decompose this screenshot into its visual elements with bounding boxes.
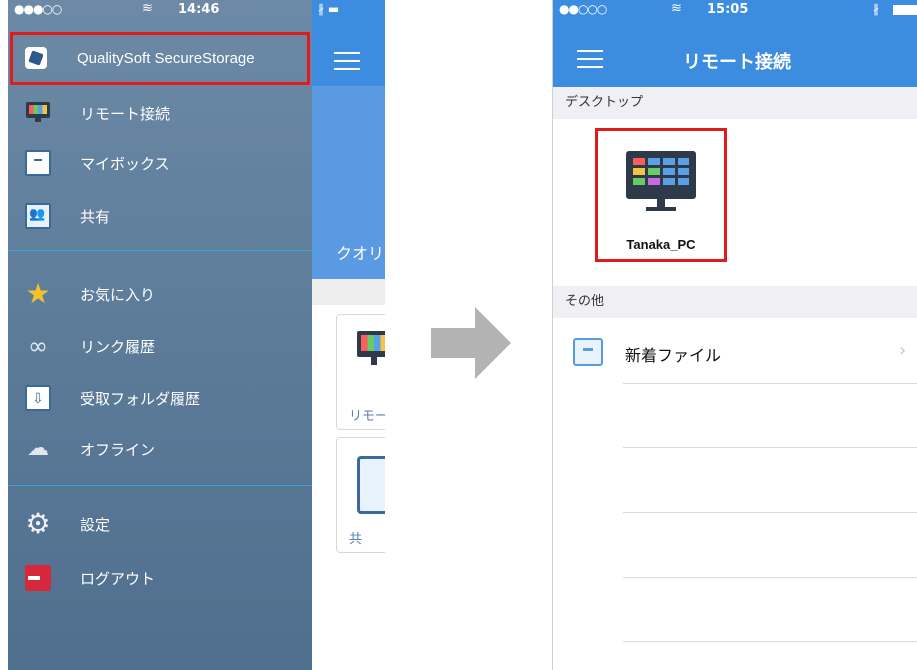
list-item-label: 新着ファイル: [625, 346, 722, 365]
screenshot-stage: ●●●○○ ≋ 14:46 QualitySoft SecureStorage …: [0, 0, 917, 670]
card-caption: 共: [349, 532, 363, 547]
status-time: 14:46: [178, 2, 220, 17]
menu-item-favorites[interactable]: ★ お気に入り: [8, 270, 312, 320]
row-divider: [623, 383, 917, 384]
menu-item-mybox[interactable]: マイボックス: [8, 139, 312, 189]
monitor-icon: [25, 100, 51, 126]
monitor-icon: [626, 151, 696, 215]
banner-text: クオリ: [336, 244, 385, 263]
menu-item-offline[interactable]: ☁ オフライン: [8, 425, 312, 475]
share-icon: [25, 203, 51, 229]
signal-indicator: ●●○○○: [559, 2, 607, 16]
box-icon: [573, 338, 603, 366]
app-name: QualitySoft SecureStorage: [77, 50, 255, 67]
menu-item-label: マイボックス: [80, 155, 170, 173]
row-divider: [623, 641, 917, 642]
hamburger-menu-icon[interactable]: [334, 52, 360, 70]
menu-item-link-history[interactable]: ∞ リンク履歴: [8, 322, 312, 372]
side-drawer: ●●●○○ ≋ 14:46 QualitySoft SecureStorage …: [8, 0, 312, 670]
row-divider: [623, 512, 917, 513]
desktop-item-highlighted[interactable]: Tanaka_PC: [595, 128, 727, 262]
monitor-icon: [357, 331, 385, 367]
link-icon: ∞: [28, 332, 48, 360]
section-header-other: その他: [553, 286, 917, 318]
desktop-item-label: Tanaka_PC: [626, 237, 696, 252]
row-divider: [623, 577, 917, 578]
left-phone: ●●●○○ ≋ 14:46 QualitySoft SecureStorage …: [8, 0, 385, 670]
app-header-highlighted[interactable]: QualitySoft SecureStorage: [10, 32, 310, 85]
signal-indicator: ●●●○○: [14, 2, 62, 16]
menu-divider: [8, 250, 312, 251]
background-stripe: [312, 279, 385, 305]
status-time: 15:05: [707, 2, 749, 17]
row-divider: [623, 447, 917, 448]
menu-item-label: リモート接続: [80, 105, 171, 123]
inbox-icon: ⇩: [25, 385, 51, 411]
share-icon: [357, 456, 385, 514]
status-right-icons: ∦ ▬: [318, 2, 340, 16]
transition-arrow-icon: [431, 307, 511, 379]
star-icon: ★: [25, 277, 51, 310]
cloud-icon: ☁: [27, 436, 49, 461]
gear-icon: ⚙: [25, 507, 51, 540]
nav-bar: ●●○○○ ≋ 15:05 ∦ リモート接続: [553, 0, 917, 87]
right-phone: ●●○○○ ≋ 15:05 ∦ リモート接続 デスクトップ Tanaka_PC …: [552, 0, 917, 670]
battery-icon: [893, 5, 917, 15]
chevron-right-icon: ›: [899, 340, 907, 361]
wifi-icon: ≋: [142, 1, 153, 16]
wifi-icon: ≋: [671, 1, 682, 16]
menu-item-remote-connection[interactable]: リモート接続: [8, 89, 312, 139]
menu-item-label: リンク履歴: [80, 338, 156, 356]
app-logo-icon: [25, 47, 47, 69]
menu-item-label: お気に入り: [80, 286, 156, 304]
section-header-desktop: デスクトップ: [553, 87, 917, 119]
menu-item-received-folder-history[interactable]: ⇩ 受取フォルダ履歴: [8, 374, 312, 424]
menu-item-label: 共有: [80, 208, 111, 226]
menu-item-label: 受取フォルダ履歴: [80, 390, 201, 408]
background-card-shared[interactable]: 共: [336, 437, 385, 553]
background-nav-bar: ∦ ▬: [312, 0, 385, 86]
menu-item-label: 設定: [80, 516, 111, 534]
background-app-peek[interactable]: ∦ ▬ クオリ リモー 共: [312, 0, 385, 670]
logout-icon: [25, 565, 51, 591]
hamburger-menu-icon[interactable]: [577, 50, 603, 68]
menu-divider: [8, 485, 312, 486]
menu-item-logout[interactable]: ログアウト: [8, 554, 312, 604]
menu-item-shared[interactable]: 共有: [8, 192, 312, 242]
card-caption: リモー: [349, 409, 385, 424]
menu-item-label: オフライン: [80, 441, 156, 459]
background-card-remote[interactable]: リモー: [336, 314, 385, 430]
status-bar: ●●●○○ ≋ 14:46: [8, 0, 312, 20]
list-item-new-files[interactable]: 新着ファイル ›: [553, 320, 917, 384]
menu-item-settings[interactable]: ⚙ 設定: [8, 500, 312, 550]
menu-item-label: ログアウト: [80, 570, 156, 588]
box-icon: [25, 150, 51, 176]
bluetooth-icon: ∦: [873, 2, 879, 16]
page-title: リモート接続: [683, 52, 791, 73]
